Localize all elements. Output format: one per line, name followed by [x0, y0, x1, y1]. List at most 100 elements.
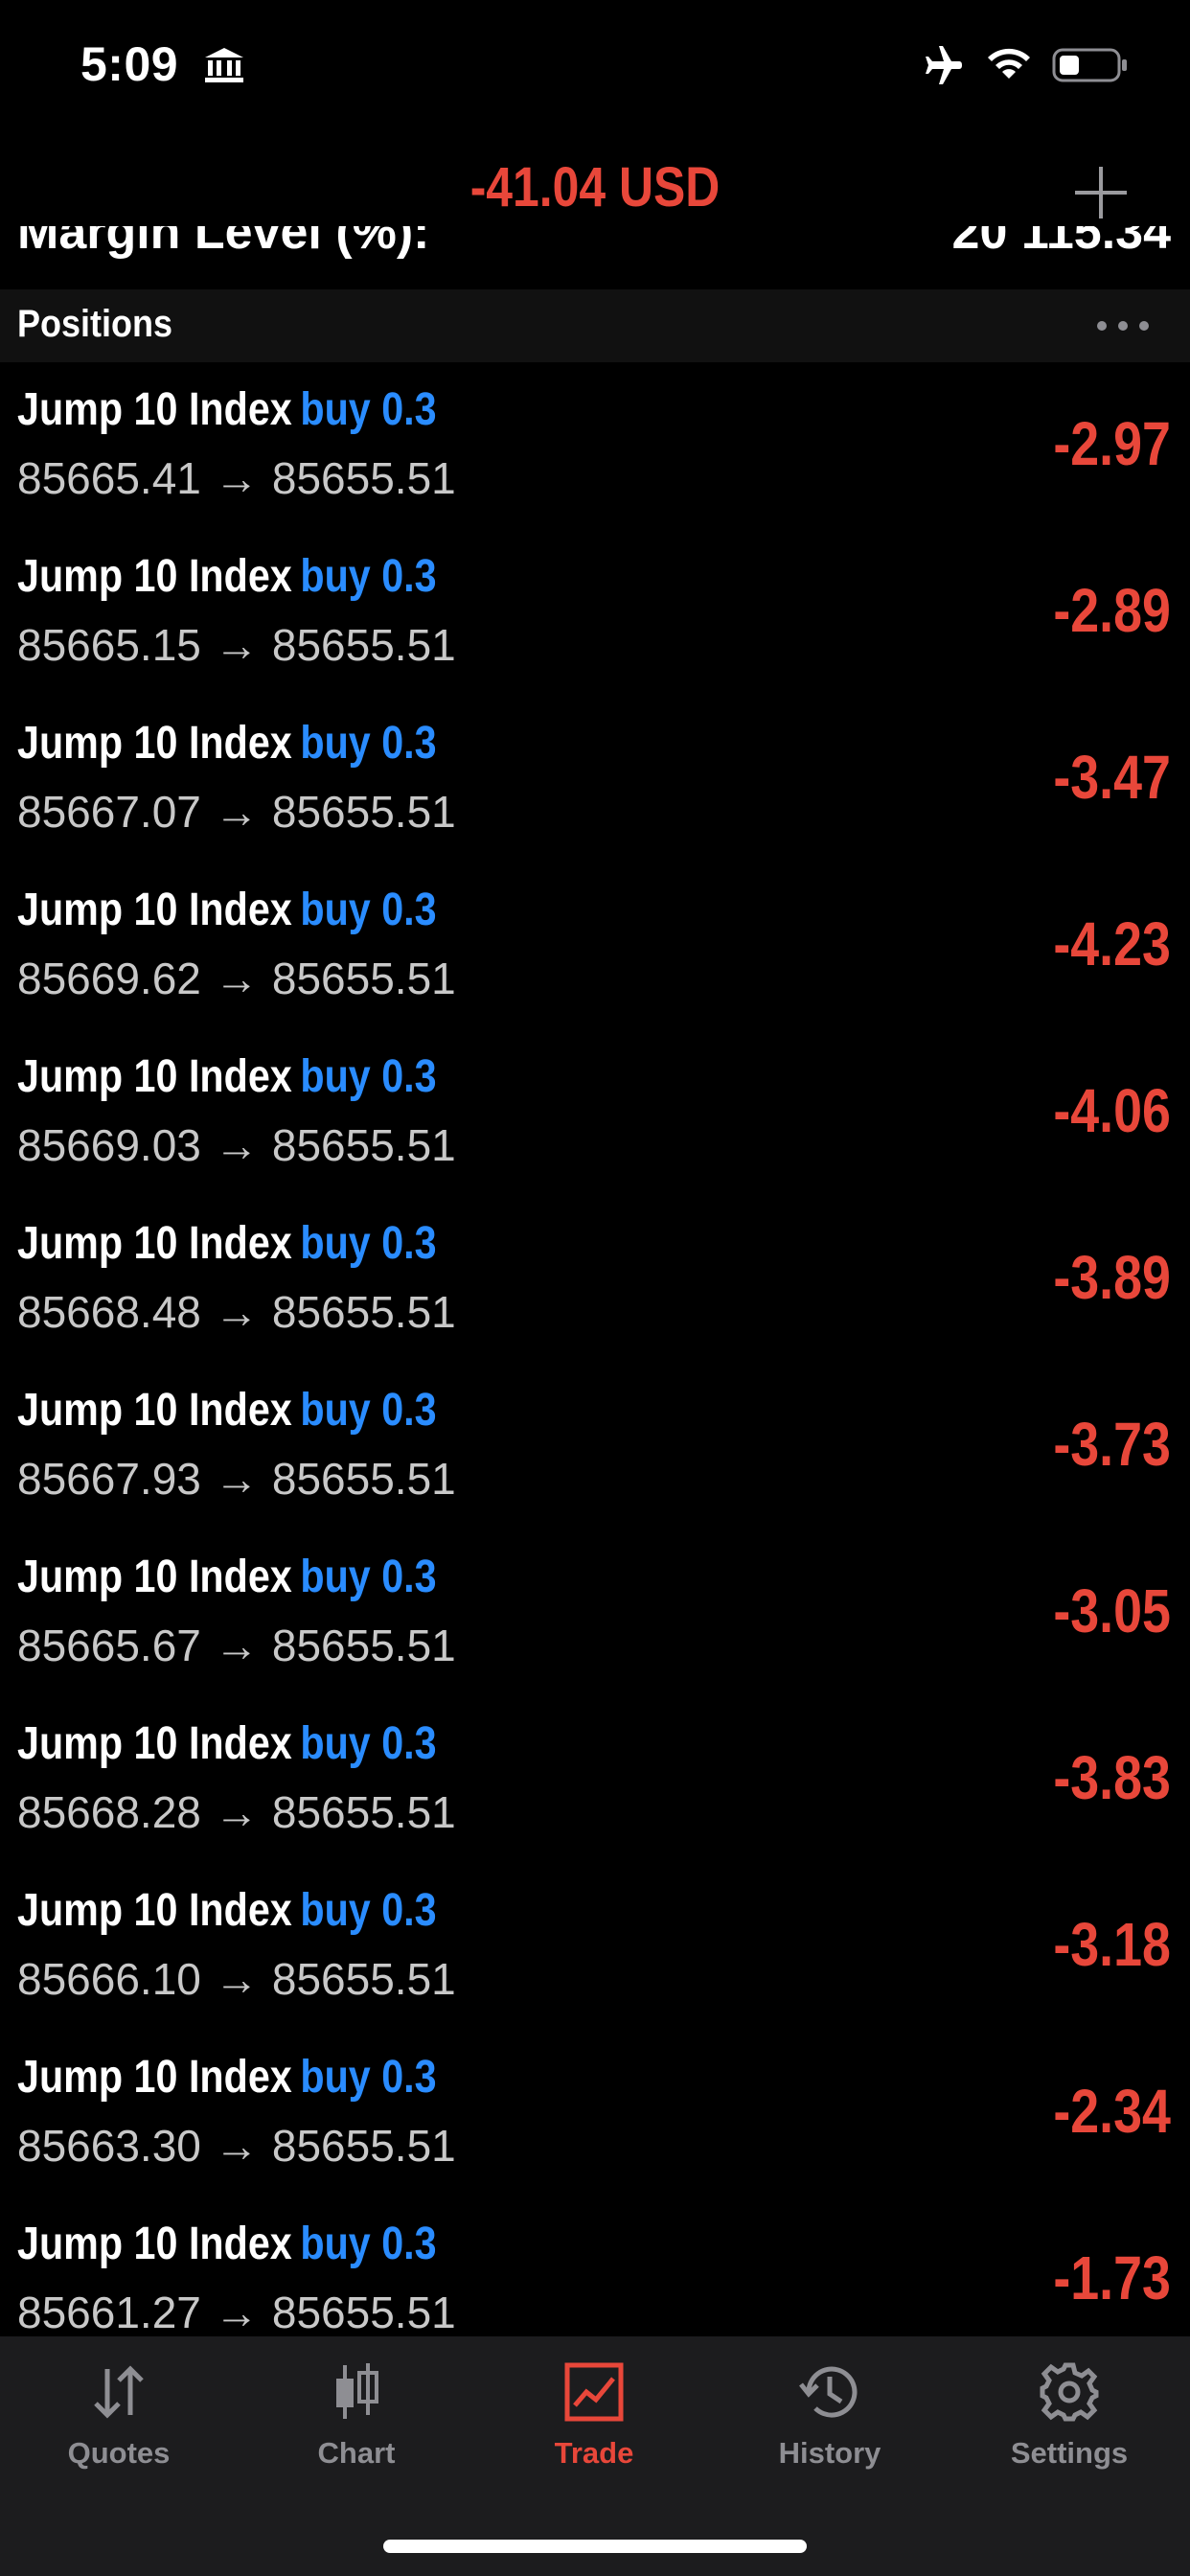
battery-icon: [1052, 48, 1127, 82]
position-profit: -3.18: [1053, 1910, 1171, 1979]
arrow-right-icon: →: [214, 1621, 259, 1670]
open-price: 85667.07: [17, 787, 201, 837]
current-price: 85655.51: [271, 1287, 456, 1337]
position-side: buy 0.3: [300, 2219, 437, 2269]
position-side: buy 0.3: [300, 1385, 437, 1436]
arrow-right-icon: →: [214, 1787, 259, 1837]
position-symbol: Jump 10 Index: [17, 1552, 292, 1602]
tab-label: Trade: [554, 2436, 634, 2470]
position-side: buy 0.3: [300, 718, 437, 769]
position-row[interactable]: Jump 10 Index buy 0.3 85663.30 → 85655.51 -…: [0, 2030, 1190, 2196]
tab-label: History: [778, 2436, 881, 2470]
position-side: buy 0.3: [300, 1885, 437, 1936]
position-row[interactable]: Jump 10 Index buy 0.3 85668.48 → 85655.51 -…: [0, 1196, 1190, 1363]
position-side: buy 0.3: [300, 1218, 437, 1269]
tab-chart[interactable]: Chart: [261, 2359, 452, 2494]
position-row[interactable]: Jump 10 Index buy 0.3 85665.41 → 85655.51 -…: [0, 362, 1190, 529]
position-profit: -4.23: [1053, 909, 1171, 978]
arrow-right-icon: →: [214, 1287, 259, 1337]
position-profit: -2.97: [1053, 409, 1171, 478]
current-price: 85655.51: [271, 1954, 456, 2004]
current-price: 85655.51: [271, 453, 456, 503]
position-symbol: Jump 10 Index: [17, 1718, 292, 1769]
tab-label: Settings: [1010, 2436, 1129, 2470]
current-price: 85655.51: [271, 954, 456, 1003]
position-row[interactable]: Jump 10 Index buy 0.3 85666.10 → 85655.51 -…: [0, 1863, 1190, 2030]
margin-level-value: 20 115.34: [951, 226, 1171, 260]
open-price: 85669.03: [17, 1120, 201, 1170]
position-side: buy 0.3: [300, 551, 437, 602]
current-price: 85655.51: [271, 787, 456, 837]
arrow-right-icon: →: [214, 1120, 259, 1170]
trade-chart-icon: [564, 2362, 624, 2422]
more-options-icon[interactable]: [1092, 312, 1154, 339]
current-price: 85655.51: [271, 2288, 456, 2336]
arrow-right-icon: →: [214, 1954, 259, 2004]
position-row[interactable]: Jump 10 Index buy 0.3 85668.28 → 85655.51 -…: [0, 1696, 1190, 1863]
position-side: buy 0.3: [300, 2052, 437, 2103]
open-price: 85665.15: [17, 620, 201, 670]
position-symbol: Jump 10 Index: [17, 1885, 292, 1936]
position-side: buy 0.3: [300, 885, 437, 935]
arrow-right-icon: →: [214, 1454, 259, 1504]
status-bar: 5:09: [0, 0, 1190, 134]
margin-level-row: Margin Level (%): 20 115.34: [0, 226, 1190, 272]
position-symbol: Jump 10 Index: [17, 384, 292, 435]
tab-settings[interactable]: Settings: [973, 2359, 1165, 2494]
positions-section-header: Positions: [0, 289, 1190, 362]
open-price: 85665.41: [17, 453, 201, 503]
position-symbol: Jump 10 Index: [17, 885, 292, 935]
tab-quotes[interactable]: Quotes: [23, 2359, 215, 2494]
plus-icon[interactable]: [1071, 163, 1131, 222]
total-profit: -41.04 USD: [469, 156, 721, 218]
position-row[interactable]: Jump 10 Index buy 0.3 85667.93 → 85655.51 -…: [0, 1363, 1190, 1530]
arrow-right-icon: →: [214, 2121, 259, 2171]
position-profit: -1.73: [1053, 2243, 1171, 2312]
position-row[interactable]: Jump 10 Index buy 0.3 85665.15 → 85655.51 -…: [0, 529, 1190, 696]
position-profit: -2.34: [1053, 2077, 1171, 2146]
home-indicator[interactable]: [383, 2540, 807, 2553]
tab-trade[interactable]: Trade: [498, 2359, 690, 2494]
position-profit: -2.89: [1053, 576, 1171, 645]
arrow-right-icon: →: [214, 2288, 259, 2336]
airplane-mode-icon: [926, 46, 962, 84]
position-profit: -3.05: [1053, 1576, 1171, 1645]
position-row[interactable]: Jump 10 Index buy 0.3 85667.07 → 85655.51 -…: [0, 696, 1190, 862]
wifi-icon: [988, 48, 1030, 79]
current-price: 85655.51: [271, 620, 456, 670]
open-price: 85665.67: [17, 1621, 201, 1670]
gear-icon: [1040, 2362, 1099, 2422]
position-row[interactable]: Jump 10 Index buy 0.3 85669.62 → 85655.51 -…: [0, 862, 1190, 1029]
position-side: buy 0.3: [300, 1051, 437, 1102]
status-time: 5:09: [80, 37, 179, 91]
tab-history[interactable]: History: [734, 2359, 926, 2494]
position-row[interactable]: Jump 10 Index buy 0.3 85665.67 → 85655.51 -…: [0, 1530, 1190, 1696]
position-profit: -3.83: [1053, 1743, 1171, 1812]
history-clock-icon: [799, 2366, 858, 2418]
bank-icon: [205, 48, 243, 82]
current-price: 85655.51: [271, 1621, 456, 1670]
position-profit: -4.06: [1053, 1076, 1171, 1145]
open-price: 85663.30: [17, 2121, 201, 2171]
margin-level-label: Margin Level (%):: [17, 226, 430, 260]
open-price: 85667.93: [17, 1454, 201, 1504]
open-price: 85668.28: [17, 1787, 201, 1837]
positions-title: Positions: [17, 303, 173, 345]
position-profit: -3.47: [1053, 743, 1171, 812]
current-price: 85655.51: [271, 1787, 456, 1837]
open-price: 85661.27: [17, 2288, 201, 2336]
position-profit: -3.89: [1053, 1243, 1171, 1312]
open-price: 85666.10: [17, 1954, 201, 2004]
position-symbol: Jump 10 Index: [17, 1218, 292, 1269]
position-symbol: Jump 10 Index: [17, 1385, 292, 1436]
position-symbol: Jump 10 Index: [17, 551, 292, 602]
position-side: buy 0.3: [300, 1718, 437, 1769]
position-row[interactable]: Jump 10 Index buy 0.3 85661.27 → 85655.51 -…: [0, 2196, 1190, 2336]
current-price: 85655.51: [271, 1120, 456, 1170]
arrow-right-icon: →: [214, 954, 259, 1003]
open-price: 85668.48: [17, 1287, 201, 1337]
arrow-right-icon: →: [214, 620, 259, 670]
position-row[interactable]: Jump 10 Index buy 0.3 85669.03 → 85655.51 -…: [0, 1029, 1190, 1196]
tab-label: Quotes: [67, 2436, 171, 2470]
arrow-right-icon: →: [214, 453, 259, 503]
